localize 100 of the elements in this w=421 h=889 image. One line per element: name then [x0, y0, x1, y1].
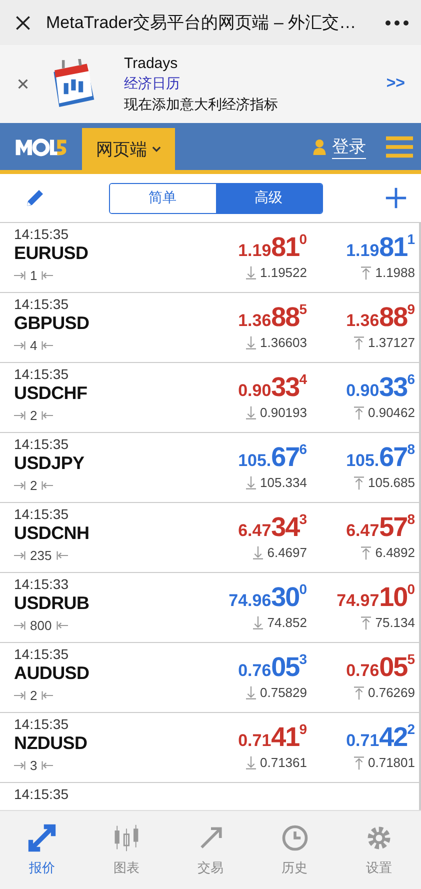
symbol-name[interactable]: AUDUSD [14, 663, 205, 684]
price[interactable]: 6.4757$^{8}$ [346, 512, 415, 541]
symbol-name[interactable]: USDJPY [14, 453, 205, 474]
arrow-to-bar-icon [41, 270, 54, 281]
symbol-name[interactable]: GBPUSD [14, 313, 205, 334]
symbol-name[interactable]: USDRUB [14, 593, 205, 614]
down-arrow-icon [253, 616, 264, 630]
price[interactable]: 0.9033$^{4}$ [238, 372, 307, 401]
range-value: 74.852 [267, 615, 307, 630]
up-arrow-icon [361, 546, 372, 560]
down-arrow-icon [246, 756, 256, 770]
price[interactable]: 0.7605$^{5}$ [346, 652, 415, 681]
range-value: 6.4892 [375, 545, 415, 560]
page-title: MetaTrader交易平台的网页端 – 外汇交… [46, 12, 358, 34]
up-arrow-icon [354, 756, 364, 770]
price[interactable]: 0.9033$^{6}$ [346, 372, 415, 401]
range-value: 105.685 [368, 475, 415, 490]
add-icon[interactable] [385, 187, 407, 209]
price[interactable]: 1.1981$^{0}$ [238, 232, 307, 261]
price[interactable]: 1.3688$^{5}$ [238, 302, 307, 331]
arrow-to-bar-icon [14, 340, 26, 351]
arrow-to-bar-icon [56, 620, 68, 631]
arrow-to-bar-icon [14, 410, 26, 421]
menu-icon[interactable] [386, 134, 413, 158]
quote-time: 14:15:35 [14, 436, 70, 452]
spread-value: 235 [30, 548, 52, 563]
more-icon[interactable] [385, 20, 409, 26]
quote-time: 14:15:35 [14, 366, 70, 382]
up-arrow-icon [354, 686, 364, 700]
close-icon[interactable] [14, 14, 32, 32]
tab-bar-item[interactable]: 历史 [252, 811, 337, 889]
spread-value: 2 [30, 408, 38, 423]
banner-title: Tradays [124, 54, 179, 72]
symbol-name[interactable]: NZDUSD [14, 733, 205, 754]
price[interactable]: 105.67$^{6}$ [238, 442, 307, 471]
symbol-name[interactable]: USDCNH [14, 523, 205, 544]
range-value: 0.71801 [368, 755, 415, 770]
spread-value: 4 [30, 338, 38, 353]
down-arrow-icon [253, 546, 264, 560]
view-tab[interactable]: 高级 [216, 184, 322, 212]
logo[interactable] [14, 136, 68, 156]
down-arrow-icon [246, 686, 256, 700]
banner-text: 现在添加意大利经济指标 [124, 96, 279, 114]
arrow-to-bar-icon [56, 550, 68, 561]
up-arrow-icon [354, 336, 364, 350]
arrow-to-bar-icon [41, 690, 54, 701]
down-arrow-icon [246, 476, 256, 490]
chevron-icon [152, 146, 161, 152]
quote-time: 14:15:35 [14, 716, 70, 732]
price[interactable]: 105.67$^{8}$ [346, 442, 415, 471]
tab-bar-item[interactable]: 设置 [336, 811, 421, 889]
spread-value: 2 [30, 688, 38, 703]
range-value: 0.71361 [260, 755, 307, 770]
price[interactable]: 1.1981$^{1}$ [346, 232, 415, 261]
price[interactable]: 1.3688$^{9}$ [346, 302, 415, 331]
price[interactable]: 74.9710$^{0}$ [336, 582, 415, 611]
range-value: 1.1988 [375, 265, 415, 280]
up-arrow-icon [354, 476, 364, 490]
up-arrow-icon [361, 266, 372, 280]
price[interactable]: 74.9630$^{0}$ [228, 582, 307, 611]
range-value: 75.134 [375, 615, 415, 630]
down-arrow-icon [246, 406, 256, 420]
arrow-to-bar-icon [41, 410, 54, 421]
range-value: 1.36603 [260, 335, 307, 350]
arrow-to-bar-icon [14, 690, 26, 701]
quote-time: 14:15:35 [14, 646, 70, 662]
range-value: 1.37127 [368, 335, 415, 350]
price[interactable]: 0.7141$^{9}$ [238, 722, 307, 751]
more-link[interactable]: >> [386, 75, 405, 93]
tab-bar-item[interactable]: 交易 [168, 811, 253, 889]
price[interactable]: 0.7605$^{3}$ [238, 652, 307, 681]
clock-icon [280, 823, 310, 853]
down-arrow-icon [246, 266, 256, 280]
quote-time: 14:15:35 [14, 226, 70, 242]
spread-value: 800 [30, 618, 52, 633]
price[interactable]: 6.4734$^{3}$ [238, 512, 307, 541]
arrow-to-bar-icon [14, 550, 26, 561]
down-arrow-icon [246, 336, 256, 350]
quote-time: 14:15:33 [14, 576, 70, 592]
arrow-to-bar-icon [14, 480, 26, 491]
arrow-to-bar-icon [41, 340, 54, 351]
spread-value: 1 [30, 268, 38, 283]
price[interactable]: 0.7142$^{2}$ [346, 722, 415, 751]
section-dropdown[interactable]: 网页端 [82, 128, 175, 170]
tab-bar-item[interactable]: 报价 [0, 811, 84, 889]
symbol-name[interactable]: EURUSD [14, 243, 205, 264]
quote-time: 14:15:35 [14, 506, 70, 522]
arrow-to-bar-icon [14, 760, 26, 771]
edit-icon[interactable] [24, 187, 46, 209]
tab-bar-item[interactable]: 图表 [84, 811, 168, 889]
quote-time: 14:15:35 [14, 786, 70, 802]
up-arrow-icon [361, 616, 372, 630]
symbol-name[interactable]: USDCHF [14, 383, 205, 404]
spread-value: 2 [30, 478, 38, 493]
range-value: 0.76269 [368, 685, 415, 700]
arrow-to-bar-icon [41, 760, 54, 771]
arrow-to-bar-icon [14, 270, 26, 281]
banner-subtitle[interactable]: 经济日历 [124, 74, 386, 92]
login-link[interactable]: 登录 [332, 134, 366, 158]
range-value: 6.4697 [267, 545, 307, 560]
